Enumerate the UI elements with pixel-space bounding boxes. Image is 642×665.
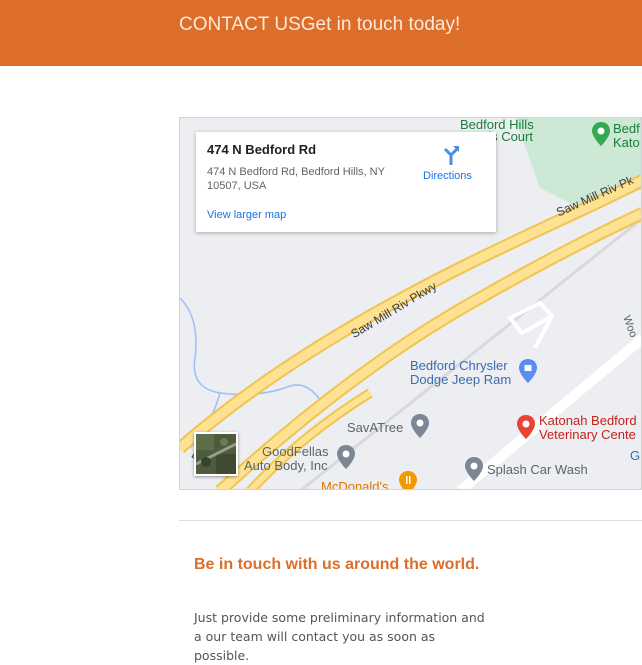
place-label-splash[interactable]: Splash Car Wash — [487, 462, 588, 477]
place-pin-icon[interactable] — [410, 413, 430, 439]
place-label-goodfellas-1[interactable]: GoodFellas — [262, 445, 328, 459]
section-divider — [179, 520, 642, 521]
place-label-chrysler-2[interactable]: Dodge Jeep Ram — [410, 373, 511, 387]
place-label-vet-1[interactable]: Katonah Bedford — [539, 414, 637, 428]
satellite-view-toggle[interactable] — [194, 432, 238, 476]
contact-text: Just provide some preliminary informatio… — [194, 610, 485, 663]
restaurant-pin-icon[interactable] — [398, 470, 418, 490]
satellite-thumbnail-image — [196, 434, 236, 474]
place-label-savatree[interactable]: SavATree — [347, 420, 403, 435]
place-label-goodfellas-2[interactable]: Auto Body, Inc — [244, 459, 328, 473]
directions-icon[interactable] — [441, 144, 461, 166]
directions-link[interactable]: Directions — [423, 170, 472, 182]
place-label-edge-g: G — [630, 448, 641, 463]
place-label-bedford-katonah-2: Kato — [613, 135, 640, 150]
contact-heading: Be in touch with us around the world. — [194, 556, 480, 573]
shopping-pin-icon[interactable] — [518, 358, 538, 384]
veterinary-pin-icon[interactable] — [516, 414, 536, 440]
place-label-vet-2[interactable]: Veterinary Cente — [539, 428, 636, 442]
page-title: CONTACT USGet in touch today! — [179, 14, 461, 35]
park-pin-icon[interactable] — [591, 121, 611, 147]
place-pin-icon[interactable] — [464, 456, 484, 482]
info-card-title: 474 N Bedford Rd — [207, 142, 317, 157]
embedded-map[interactable]: Saw Mill Riv Pkwy Saw Mill Riv Pk Pkwy B… — [179, 117, 642, 490]
place-pin-icon[interactable] — [336, 444, 356, 470]
page-header: CONTACT USGet in touch today! — [0, 0, 642, 66]
map-info-card: 474 N Bedford Rd 474 N Bedford Rd, Bedfo… — [196, 132, 496, 232]
info-card-address: 474 N Bedford Rd, Bedford Hills, NY 1050… — [207, 166, 385, 192]
place-label-chrysler-1[interactable]: Bedford Chrysler — [410, 359, 508, 373]
place-label-mcdonalds[interactable]: McDonald's — [321, 479, 389, 489]
view-larger-map-link[interactable]: View larger map — [207, 209, 286, 221]
place-label-bedford-katonah-1: Bedf — [613, 121, 640, 136]
